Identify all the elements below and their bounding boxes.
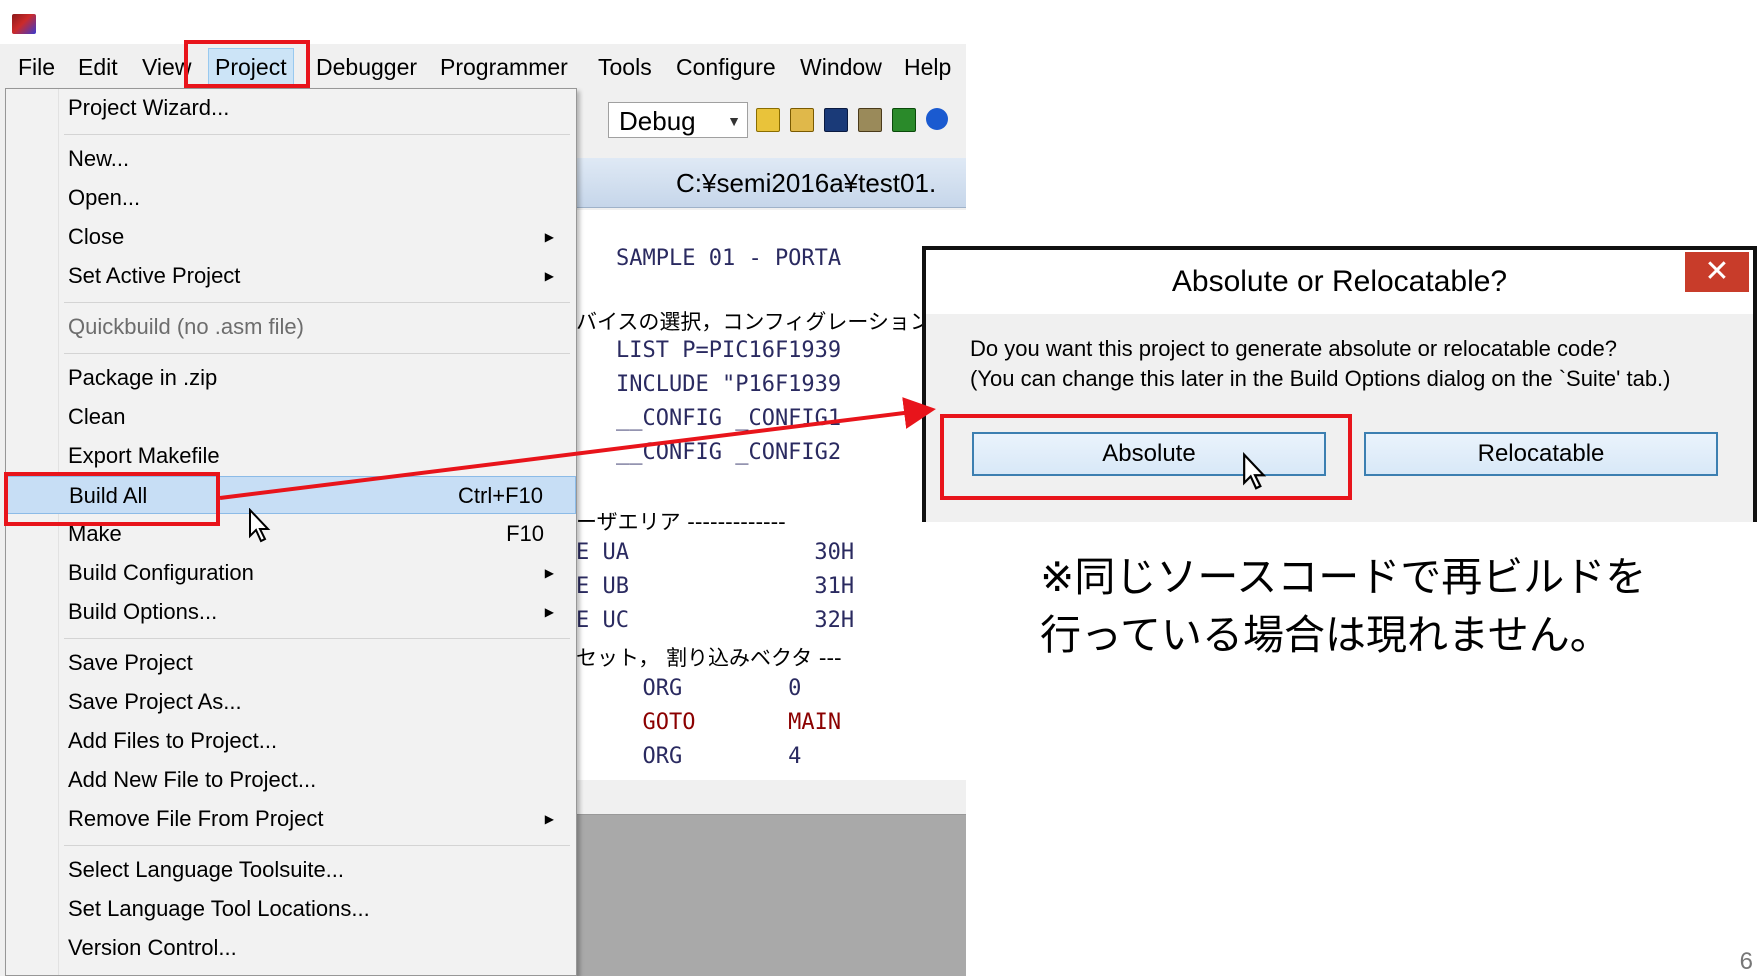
note-line: 行っている場合は現れません。 [1040,611,1611,659]
annotation-note: ※同じソースコードで再ビルドを 行っている場合は現れません。 [1040,548,1646,664]
annotation-arrow [219,397,936,500]
page-number: 6 [1739,948,1753,975]
arrow-line [219,397,936,500]
note-line: ※同じソースコードで再ビルドを [1040,553,1647,601]
